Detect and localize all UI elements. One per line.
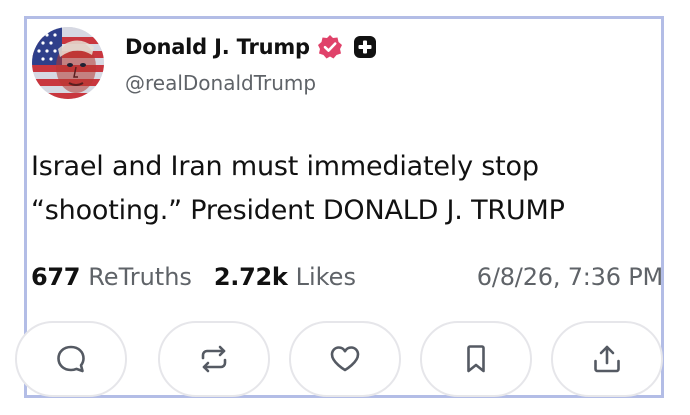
post-text: Israel and Iran must immediately stop “s… xyxy=(31,145,661,233)
post-text-line: “shooting.” President DONALD J. TRUMP xyxy=(31,195,565,226)
author-name-row: Donald J. Trump xyxy=(125,33,377,61)
comment-bubble-icon xyxy=(57,345,85,373)
retruths-count[interactable]: 677 xyxy=(31,263,81,291)
plus-badge-icon xyxy=(353,35,377,59)
reply-button[interactable] xyxy=(15,321,127,397)
like-button[interactable] xyxy=(289,321,401,397)
retruths-label[interactable]: ReTruths xyxy=(88,263,192,291)
post-stats: 677 ReTruths 2.72k Likes 6/8/26, 7:36 PM xyxy=(31,259,663,295)
flag-portrait-avatar-icon xyxy=(32,27,104,99)
share-button[interactable] xyxy=(551,321,663,397)
action-bar xyxy=(15,321,667,399)
bookmark-button[interactable] xyxy=(420,321,532,397)
bookmark-icon xyxy=(467,345,485,373)
post-card: Donald J. Trump @realDonaldTrump Israel … xyxy=(15,16,667,399)
author-handle[interactable]: @realDonaldTrump xyxy=(125,71,316,95)
post-timestamp[interactable]: 6/8/26, 7:36 PM xyxy=(477,263,663,291)
author-display-name[interactable]: Donald J. Trump xyxy=(125,35,310,59)
post-text-line: Israel and Iran must immediately stop xyxy=(31,151,539,182)
retruth-button[interactable] xyxy=(158,321,270,397)
share-upload-icon xyxy=(594,345,620,373)
verified-badge-icon xyxy=(317,34,343,60)
repost-arrows-icon xyxy=(201,345,227,373)
avatar[interactable] xyxy=(32,27,104,99)
likes-count[interactable]: 2.72k xyxy=(214,263,288,291)
heart-icon xyxy=(330,346,360,372)
likes-label[interactable]: Likes xyxy=(296,263,356,291)
